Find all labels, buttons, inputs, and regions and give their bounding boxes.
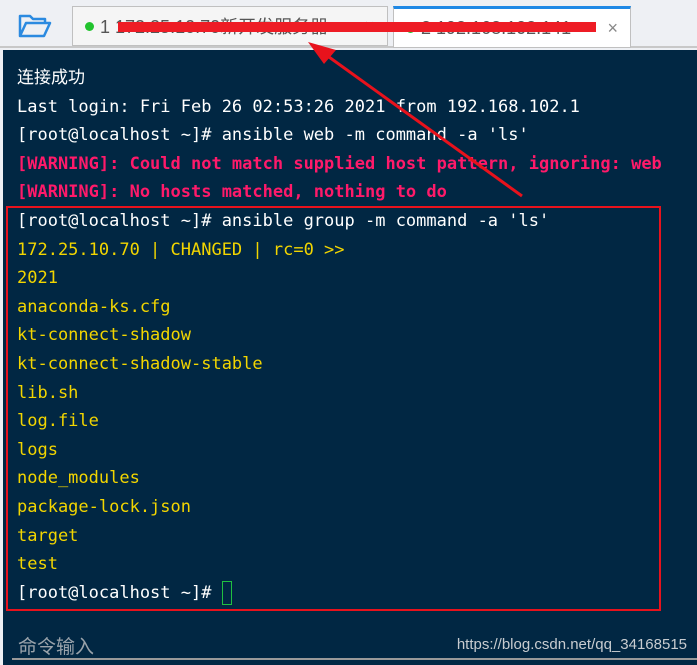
terminal-line: Last login: Fri Feb 26 02:53:26 2021 fro… — [17, 96, 580, 117]
tab-bar: 1 172.25.10.70新开发服务器 × 2 192.168.102.141… — [0, 0, 697, 48]
terminal-line: [root@localhost ~]# ansible web -m comma… — [17, 125, 529, 146]
terminal-line: 连接成功 — [17, 68, 85, 88]
terminal-line: [WARNING]: No hosts matched, nothing to … — [17, 182, 447, 203]
annotation-box — [6, 206, 661, 611]
connected-status-icon — [85, 21, 94, 31]
folder-icon[interactable] — [18, 12, 52, 38]
redaction-bar — [348, 22, 596, 32]
close-icon[interactable]: × — [607, 18, 618, 39]
command-input-label[interactable]: 命令输入 — [18, 632, 94, 659]
watermark: https://blog.csdn.net/qq_34168515 — [456, 636, 687, 653]
redaction-bar — [118, 22, 348, 32]
terminal-line: [WARNING]: Could not match supplied host… — [17, 153, 662, 174]
command-input-underline — [12, 658, 697, 660]
